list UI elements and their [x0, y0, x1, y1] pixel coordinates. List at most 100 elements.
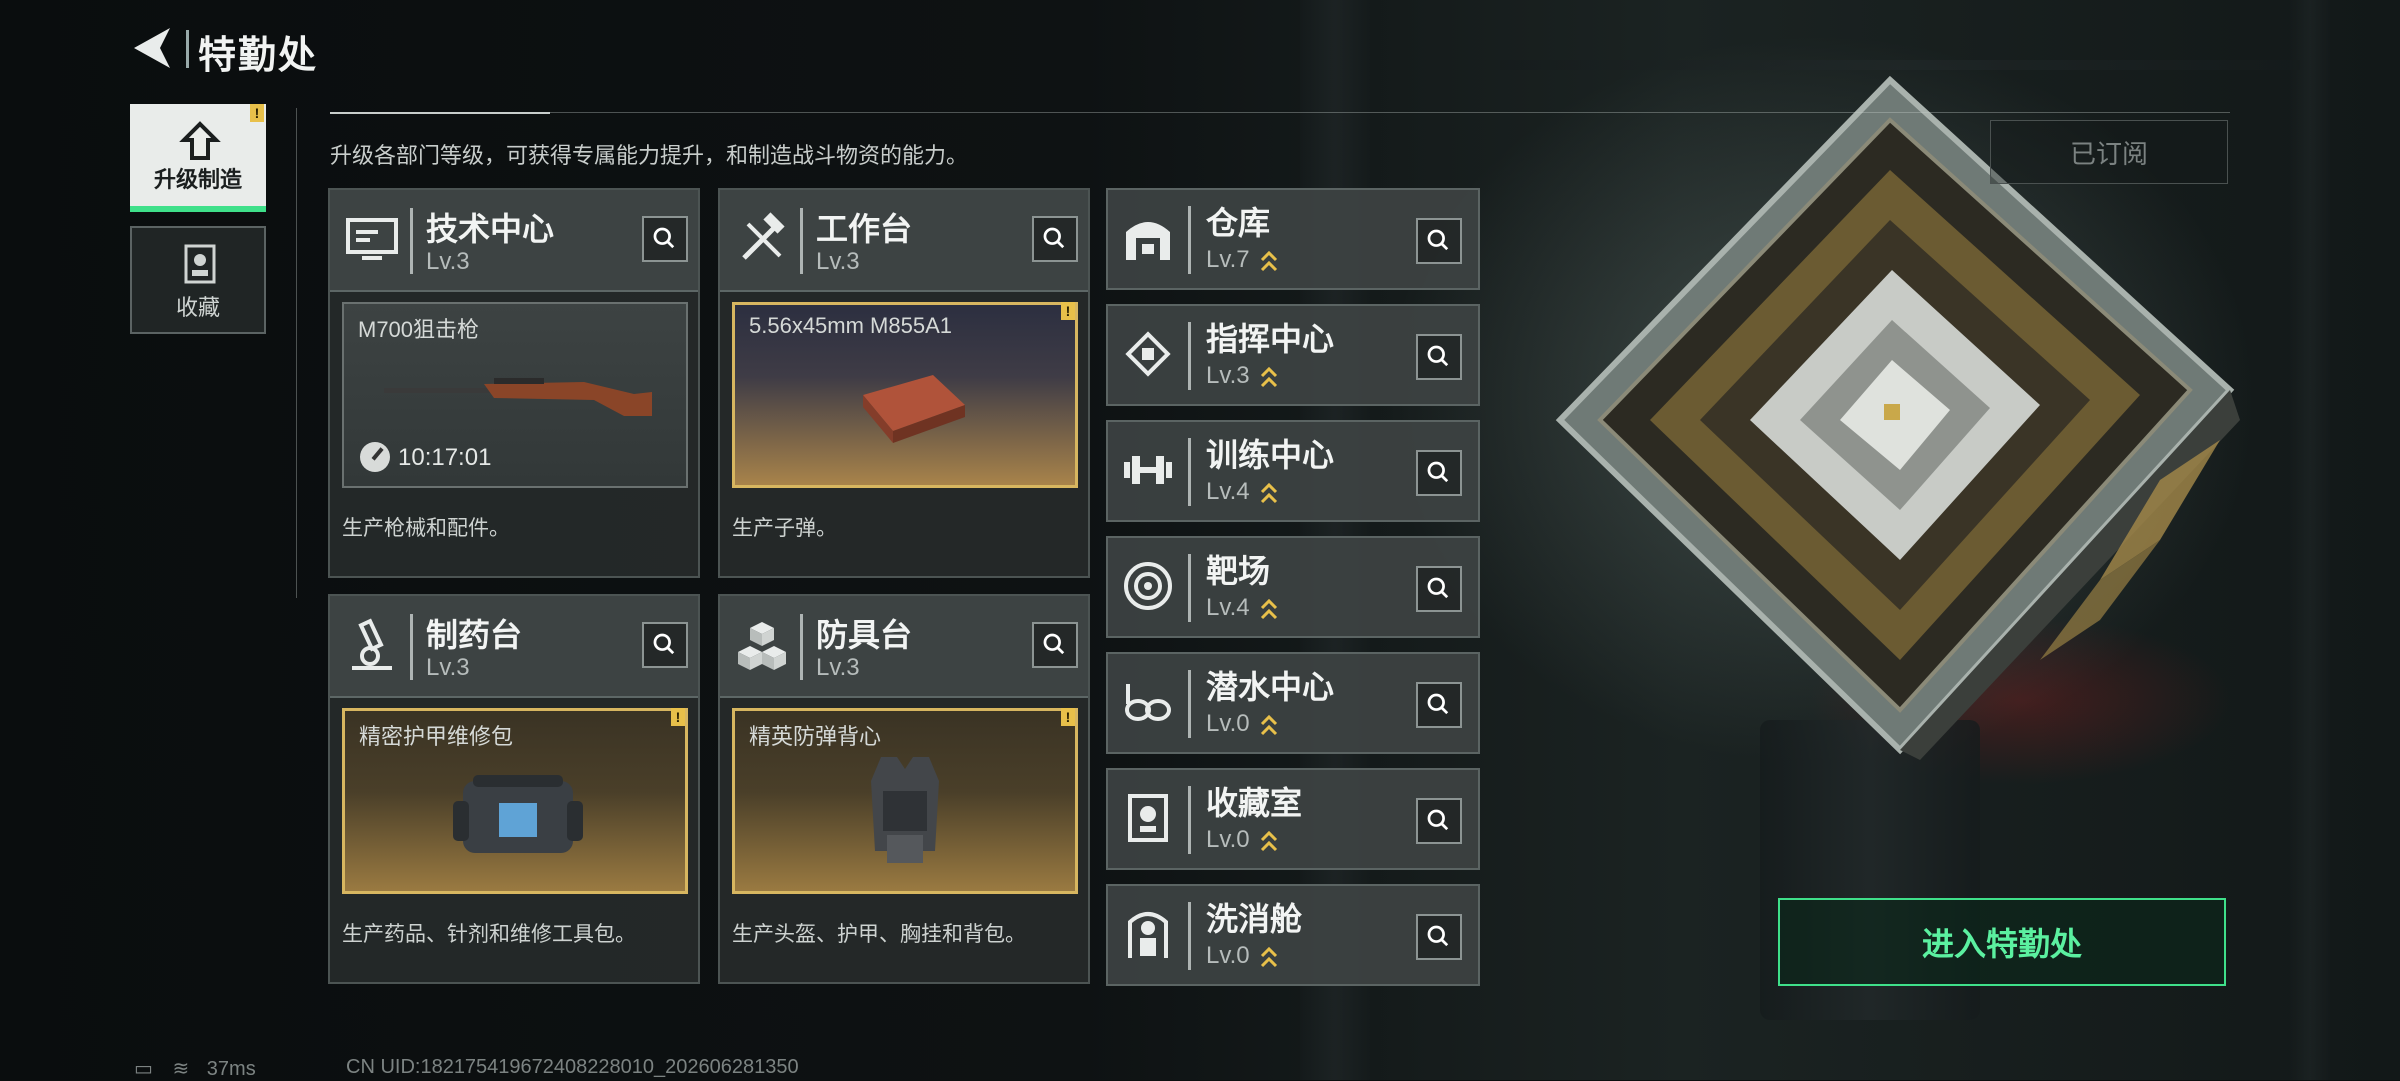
facility-card-workbench[interactable]: 工作台 Lv.3 5.56x45mm M855A1 ! 生产子弹。	[718, 188, 1090, 578]
facility-row-decon-chamber[interactable]: 洗消舱 Lv.0	[1106, 884, 1480, 986]
divider	[1188, 206, 1191, 274]
target-icon	[1124, 562, 1172, 610]
divider	[330, 112, 2230, 113]
facility-level: Lv.3	[426, 248, 470, 275]
facility-row-diving-center[interactable]: 潜水中心 Lv.0	[1106, 652, 1480, 754]
craft-timer: 10:17:01	[398, 444, 492, 471]
facility-row-trophy-room[interactable]: 收藏室 Lv.0	[1106, 768, 1480, 870]
facility-card-pharmacy[interactable]: 制药台 Lv.3 精密护甲维修包 ! 生产药品、针剂和维修工具包。	[328, 594, 700, 984]
divider	[410, 208, 413, 274]
upgrade-available-icon	[1260, 482, 1278, 504]
facility-level: Lv.4	[1206, 478, 1250, 505]
upgrade-available-icon	[1260, 946, 1278, 968]
tab-collection[interactable]: 收藏	[130, 226, 266, 334]
ping-value: 37ms	[206, 1058, 256, 1080]
trophy-case-icon	[1128, 794, 1168, 842]
upgrade-available-icon	[1260, 830, 1278, 852]
command-chip-icon	[1125, 331, 1171, 377]
notice-badge: !	[1061, 708, 1075, 726]
facility-description: 生产头盔、护甲、胸挂和背包。	[732, 923, 1026, 946]
craft-item-slot[interactable]: 精密护甲维修包 !	[342, 708, 688, 894]
wifi-icon: ≋	[172, 1058, 190, 1080]
upgrade-craft-icon	[179, 121, 221, 160]
facility-card-tech-center[interactable]: 技术中心 Lv.3 M700狙击枪 10:17:01 生产枪械和配件。	[328, 188, 700, 578]
divider	[1188, 786, 1191, 854]
tab-upgrade-craft[interactable]: 升级制造 !	[130, 104, 266, 212]
facility-name: 仓库	[1206, 205, 1271, 241]
user-uid: CN UID:18217541967240822801​0_2026062813…	[346, 1056, 799, 1078]
search-icon[interactable]	[642, 622, 688, 668]
facility-name: 收藏室	[1206, 785, 1303, 821]
facility-level: Lv.3	[816, 248, 860, 275]
facility-name: 指挥中心	[1206, 321, 1335, 357]
notice-badge: !	[250, 104, 264, 122]
facility-level: Lv.3	[1206, 362, 1250, 389]
facility-description: 生产药品、针剂和维修工具包。	[342, 923, 636, 946]
facility-level: Lv.0	[1206, 710, 1250, 737]
subscribed-button[interactable]: 已订阅	[1990, 120, 2228, 184]
item-name: M700狙击枪	[358, 317, 480, 342]
enter-special-ops-button[interactable]: 进入特勤处	[1778, 898, 2226, 986]
search-icon[interactable]	[1416, 566, 1462, 612]
craft-item-slot[interactable]: M700狙击枪 10:17:01	[342, 302, 688, 488]
search-icon[interactable]	[1032, 216, 1078, 262]
warehouse-icon	[1126, 222, 1170, 260]
facility-name: 工作台	[816, 211, 913, 247]
search-icon[interactable]	[1032, 622, 1078, 668]
facility-description: 生产枪械和配件。	[342, 517, 510, 540]
facility-level: Lv.3	[426, 654, 470, 681]
battery-icon: ▭	[134, 1058, 153, 1080]
header-divider	[186, 30, 189, 68]
facility-row-command-center[interactable]: 指挥中心 Lv.3	[1106, 304, 1480, 406]
back-arrow-icon[interactable]	[130, 24, 178, 72]
body-armor-vest-image	[871, 757, 939, 863]
facility-card-armor-bench[interactable]: 防具台 Lv.3 精英防弹背心 ! 生产头盔、护甲、胸挂和背包。	[718, 594, 1090, 984]
ammo-box-image	[863, 375, 965, 443]
dumbbell-icon	[1124, 456, 1172, 484]
facility-name: 洗消舱	[1206, 901, 1303, 937]
craft-item-slot[interactable]: 精英防弹背心 !	[732, 708, 1078, 894]
divider	[1188, 438, 1191, 506]
tab-label: 收藏	[175, 295, 220, 320]
search-icon[interactable]	[1416, 682, 1462, 728]
wrench-timer-icon	[360, 442, 390, 472]
facility-level: Lv.7	[1206, 246, 1250, 273]
facility-name: 制药台	[426, 617, 523, 653]
upgrade-available-icon	[1260, 250, 1278, 272]
upgrade-available-icon	[1260, 366, 1278, 388]
facility-level: Lv.4	[1206, 594, 1250, 621]
collection-icon	[184, 244, 216, 284]
divider	[1188, 902, 1191, 970]
search-icon[interactable]	[1416, 914, 1462, 960]
search-icon[interactable]	[1416, 334, 1462, 380]
search-icon[interactable]	[1416, 798, 1462, 844]
facility-level: Lv.0	[1206, 942, 1250, 969]
armor-repair-kit-image	[453, 775, 583, 853]
facility-level: Lv.3	[816, 654, 860, 681]
upgrade-available-icon	[1260, 714, 1278, 736]
monitor-icon	[346, 218, 398, 260]
facility-row-warehouse[interactable]: 仓库 Lv.7	[1106, 188, 1480, 290]
tools-icon	[742, 212, 785, 260]
divider-vertical	[296, 108, 297, 598]
facility-row-training-center[interactable]: 训练中心 Lv.4	[1106, 420, 1480, 522]
notice-badge: !	[671, 708, 685, 726]
facility-row-shooting-range[interactable]: 靶场 Lv.4	[1106, 536, 1480, 638]
search-icon[interactable]	[1416, 450, 1462, 496]
item-name: 精密护甲维修包	[359, 724, 514, 749]
divider	[800, 614, 803, 680]
facility-level: Lv.0	[1206, 826, 1250, 853]
item-name: 精英防弹背心	[749, 724, 882, 749]
facility-name: 技术中心	[426, 211, 555, 247]
search-icon[interactable]	[642, 216, 688, 262]
sniper-rifle-image	[384, 378, 652, 416]
tab-label: 升级制造	[153, 167, 242, 192]
cubes-icon	[738, 622, 786, 670]
search-icon[interactable]	[1416, 218, 1462, 264]
divider	[410, 614, 413, 680]
facility-name: 靶场	[1206, 553, 1271, 589]
microscope-icon	[352, 618, 392, 670]
facility-name: 训练中心	[1206, 437, 1335, 473]
craft-item-slot[interactable]: 5.56x45mm M855A1 !	[732, 302, 1078, 488]
divider	[1188, 554, 1191, 622]
